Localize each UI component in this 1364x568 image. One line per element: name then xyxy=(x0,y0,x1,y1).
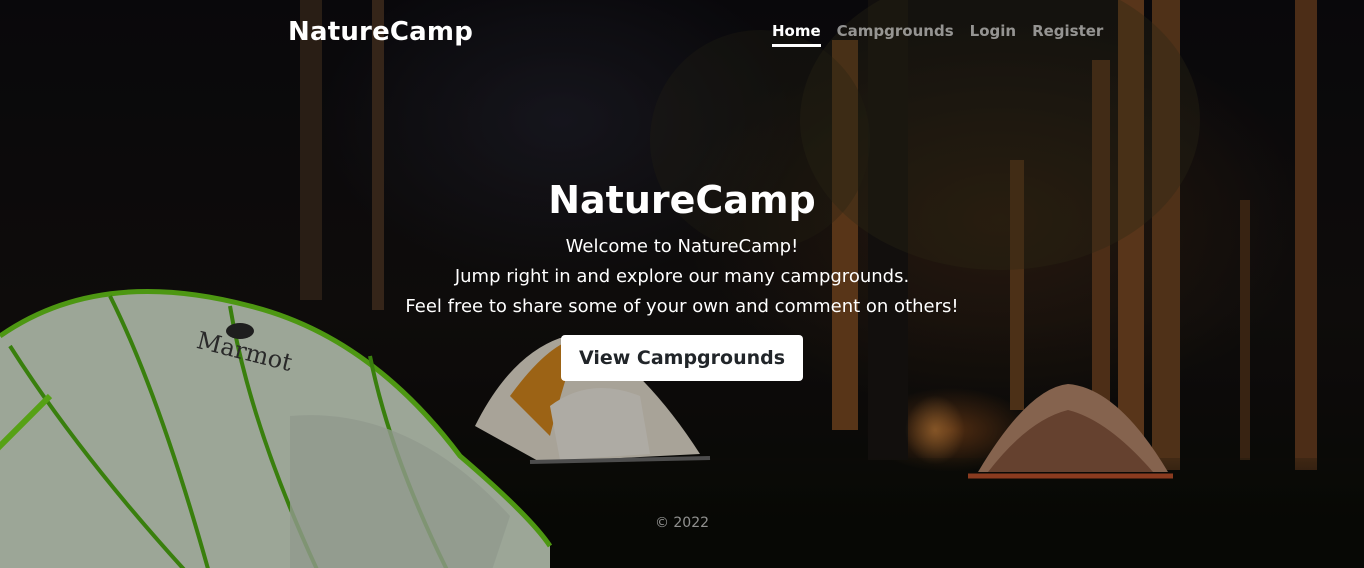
hero-explore-line: Jump right in and explore our many campg… xyxy=(454,266,910,287)
hero-section: NatureCamp Welcome to NatureCamp! Jump r… xyxy=(0,178,1364,381)
nav-home[interactable]: Home xyxy=(772,22,821,47)
brand-logo[interactable]: NatureCamp xyxy=(288,17,473,47)
nav-login[interactable]: Login xyxy=(970,22,1016,47)
nav-campgrounds[interactable]: Campgrounds xyxy=(837,22,954,47)
landing-page: Marmot NatureCamp Home Campgrounds Login… xyxy=(0,0,1364,568)
hero-title: NatureCamp xyxy=(548,178,816,222)
main-nav: Home Campgrounds Login Register xyxy=(772,22,1103,47)
nav-register[interactable]: Register xyxy=(1032,22,1103,47)
footer-copyright: © 2022 xyxy=(654,515,710,531)
view-campgrounds-button[interactable]: View Campgrounds xyxy=(560,335,804,381)
hero-welcome-line: Welcome to NatureCamp! xyxy=(565,236,799,257)
hero-share-line: Feel free to share some of your own and … xyxy=(405,296,959,317)
